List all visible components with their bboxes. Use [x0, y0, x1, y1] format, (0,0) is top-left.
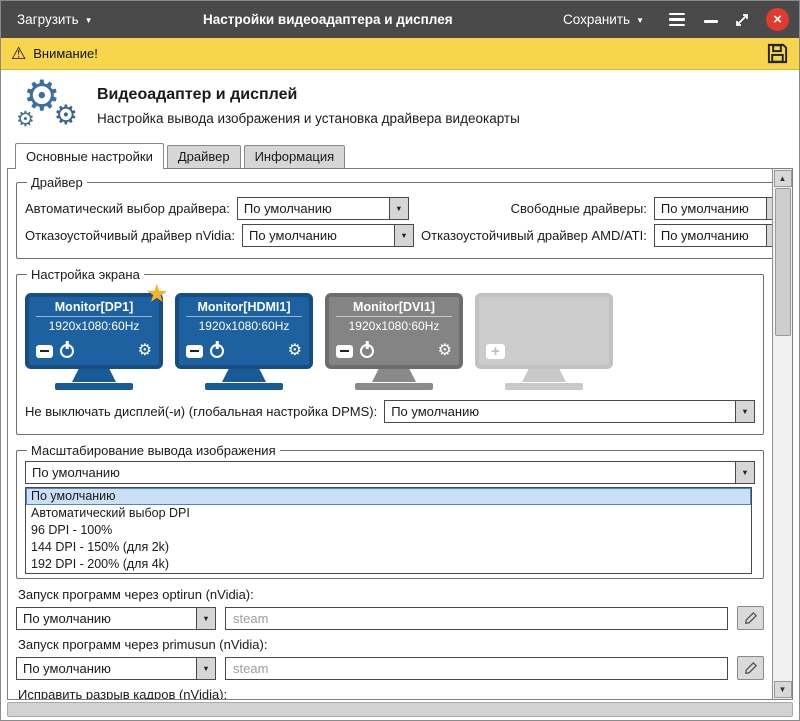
page-title: Видеоадаптер и дисплей — [97, 86, 520, 104]
scrollbar-thumb[interactable] — [775, 188, 791, 336]
monitor-power-icon[interactable] — [210, 344, 224, 358]
screen-section: Настройка экрана ★ Monitor[DP1] 1920x108… — [16, 267, 764, 435]
optirun-select[interactable]: По умолчанию ▼ — [16, 607, 216, 630]
monitor-resolution: 1920x1080:60Hz — [336, 319, 452, 333]
close-button[interactable]: × — [766, 8, 789, 31]
monitor-resolution: 1920x1080:60Hz — [186, 319, 302, 333]
free-drivers-label: Свободные драйверы: — [511, 201, 647, 216]
window-title: Настройки видеоадаптера и дисплея — [99, 12, 557, 27]
screen-section-legend: Настройка экрана — [27, 267, 144, 282]
dropdown-arrow-icon: ▼ — [389, 198, 408, 219]
titlebar-actions: Сохранить ▼ × — [557, 8, 789, 31]
monitor-power-icon[interactable] — [60, 344, 74, 358]
driver-section-legend: Драйвер — [27, 175, 87, 190]
optirun-edit-button[interactable] — [737, 606, 764, 630]
optirun-row: По умолчанию ▼ — [16, 606, 764, 630]
monitor-disabled[interactable]: + — [475, 293, 613, 390]
monitor-name: Monitor[HDMI1] — [186, 300, 302, 317]
monitor-power-icon[interactable] — [360, 344, 374, 358]
dropdown-arrow-icon: ▼ — [196, 608, 215, 629]
minimize-icon[interactable] — [704, 20, 718, 23]
scaling-section: Масштабирование вывода изображения По ум… — [16, 443, 764, 579]
app-window: Загрузить ▼ Настройки видеоадаптера и ди… — [0, 0, 800, 721]
primusrun-label: Запуск программ через primusun (nVidia): — [18, 637, 764, 652]
scaling-section-legend: Масштабирование вывода изображения — [27, 443, 280, 458]
monitor-settings-icon[interactable]: ⚙ — [288, 343, 302, 359]
monitor-add-icon[interactable]: + — [486, 344, 505, 359]
settings-content: Драйвер Автоматический выбор драйвера: П… — [8, 169, 772, 699]
tab-driver[interactable]: Драйвер — [167, 145, 241, 168]
tab-bar: Основные настройки Драйвер Информация — [15, 142, 799, 168]
vertical-scrollbar[interactable]: ▲ ▼ — [772, 169, 792, 699]
dropdown-arrow-icon: ▼ — [196, 658, 215, 679]
scaling-dropdown-list: По умолчанию Автоматический выбор DPI 96… — [25, 487, 752, 574]
scaling-option-144dpi[interactable]: 144 DPI - 150% (для 2k) — [26, 539, 751, 556]
scaling-option-default[interactable]: По умолчанию — [26, 488, 751, 505]
scaling-select[interactable]: По умолчанию ▼ — [25, 461, 755, 484]
header-text: Видеоадаптер и дисплей Настройка вывода … — [97, 86, 520, 126]
dropdown-arrow-icon: ▼ — [394, 225, 413, 246]
content-frame: Драйвер Автоматический выбор драйвера: П… — [7, 168, 793, 700]
horizontal-scrollbar[interactable] — [7, 702, 793, 717]
primary-star-icon: ★ — [146, 279, 168, 309]
save-button-label: Сохранить — [563, 12, 630, 27]
monitor-remove-icon[interactable] — [36, 345, 53, 358]
failsafe-nvidia-label: Отказоустойчивый драйвер nVidia: — [25, 228, 235, 243]
scaling-option-96dpi[interactable]: 96 DPI - 100% — [26, 522, 751, 539]
titlebar: Загрузить ▼ Настройки видеоадаптера и ди… — [1, 1, 799, 38]
monitor-settings-icon[interactable]: ⚙ — [438, 343, 452, 359]
monitor-hdmi1[interactable]: Monitor[HDMI1] 1920x1080:60Hz ⚙ — [175, 293, 313, 390]
scroll-up-icon[interactable]: ▲ — [774, 170, 792, 187]
auto-driver-select[interactable]: По умолчанию ▼ — [237, 197, 409, 220]
pencil-icon — [743, 611, 758, 626]
warning-icon: ⚠ — [11, 45, 26, 62]
dropdown-arrow-icon: ▼ — [735, 462, 754, 483]
auto-driver-label: Автоматический выбор драйвера: — [25, 201, 230, 216]
load-button[interactable]: Загрузить ▼ — [11, 8, 99, 31]
failsafe-nvidia-select[interactable]: По умолчанию ▼ — [242, 224, 414, 247]
failsafe-amd-label: Отказоустойчивый драйвер AMD/ATI: — [421, 228, 647, 243]
primusrun-edit-button[interactable] — [737, 656, 764, 680]
save-floppy-icon[interactable] — [766, 42, 789, 65]
monitor-name: Monitor[DP1] — [36, 300, 152, 317]
load-button-label: Загрузить — [17, 12, 79, 27]
monitor-list: ★ Monitor[DP1] 1920x1080:60Hz ⚙ — [25, 293, 755, 390]
monitor-name: Monitor[DVI1] — [336, 300, 452, 317]
menu-icon[interactable] — [666, 10, 688, 30]
pencil-icon — [743, 661, 758, 676]
primusrun-program-input[interactable] — [225, 657, 728, 680]
primusrun-select[interactable]: По умолчанию ▼ — [16, 657, 216, 680]
scaling-option-192dpi[interactable]: 192 DPI - 200% (для 4k) — [26, 556, 751, 573]
driver-section: Драйвер Автоматический выбор драйвера: П… — [16, 175, 772, 259]
monitor-remove-icon[interactable] — [336, 345, 353, 358]
dpms-select[interactable]: По умолчанию ▼ — [384, 400, 755, 423]
monitor-dp1[interactable]: ★ Monitor[DP1] 1920x1080:60Hz ⚙ — [25, 293, 163, 390]
free-drivers-select[interactable]: По умолчанию ▼ — [654, 197, 772, 220]
monitor-resolution: 1920x1080:60Hz — [36, 319, 152, 333]
warning-text: Внимание! — [33, 46, 98, 61]
scroll-down-icon[interactable]: ▼ — [774, 681, 792, 698]
expand-icon[interactable] — [734, 12, 750, 28]
primusrun-row: По умолчанию ▼ — [16, 656, 764, 680]
optirun-program-input[interactable] — [225, 607, 728, 630]
dpms-label: Не выключать дисплей(-и) (глобальная нас… — [25, 404, 377, 419]
chevron-down-icon: ▼ — [85, 16, 93, 25]
tab-info[interactable]: Информация — [244, 145, 346, 168]
monitor-remove-icon[interactable] — [186, 345, 203, 358]
monitor-dvi1[interactable]: Monitor[DVI1] 1920x1080:60Hz ⚙ — [325, 293, 463, 390]
scaling-option-auto-dpi[interactable]: Автоматический выбор DPI — [26, 505, 751, 522]
page-subtitle: Настройка вывода изображения и установка… — [97, 111, 520, 126]
failsafe-amd-select[interactable]: По умолчанию ▼ — [654, 224, 772, 247]
monitor-settings-icon[interactable]: ⚙ — [138, 343, 152, 359]
page-header: ⚙⚙⚙ Видеоадаптер и дисплей Настройка выв… — [1, 70, 799, 142]
optirun-label: Запуск программ через optirun (nVidia): — [18, 587, 764, 602]
save-button[interactable]: Сохранить ▼ — [557, 8, 650, 31]
tear-fix-label: Исправить разрыв кадров (nVidia): — [18, 687, 764, 699]
warning-bar: ⚠ Внимание! — [1, 38, 799, 70]
dropdown-arrow-icon: ▼ — [735, 401, 754, 422]
chevron-down-icon: ▼ — [636, 16, 644, 25]
gears-icon: ⚙⚙⚙ — [15, 77, 81, 135]
tab-main-settings[interactable]: Основные настройки — [15, 143, 164, 169]
